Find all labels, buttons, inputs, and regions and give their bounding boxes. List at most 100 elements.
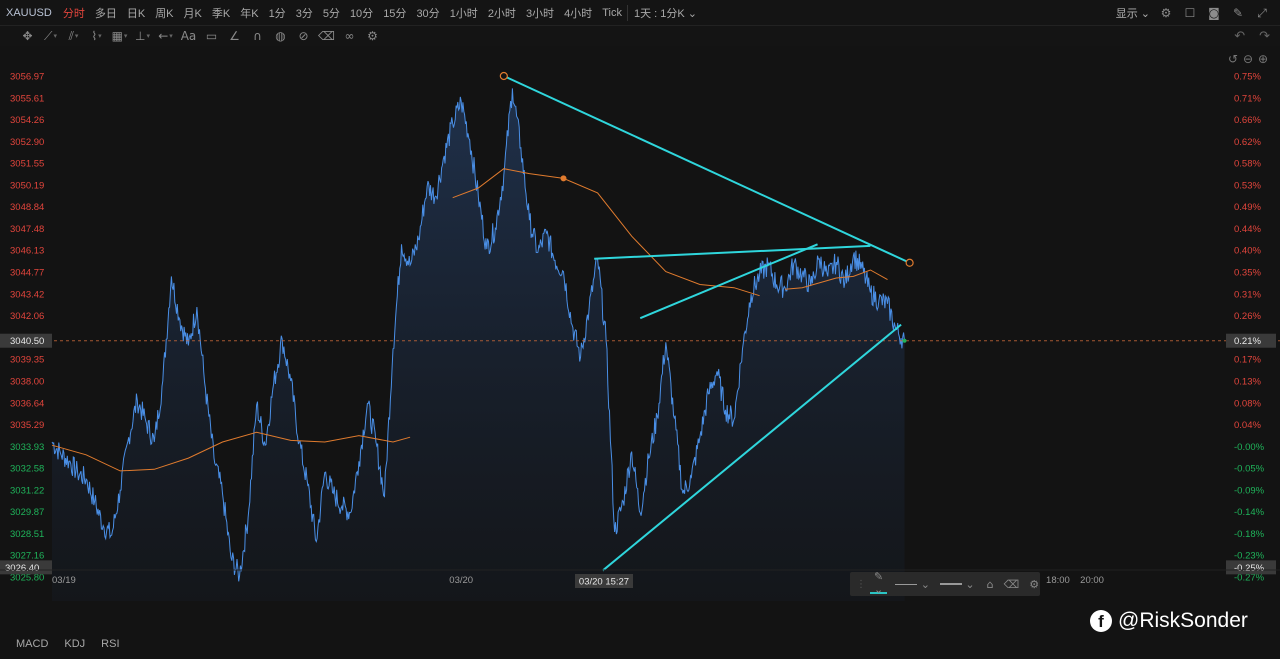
indicator-tab-rsi[interactable]: RSI [95, 638, 125, 650]
zoom-in-icon[interactable]: ⊕ [1258, 52, 1268, 66]
move-icon[interactable]: ✥ [16, 27, 39, 45]
avg-segment-0 [51, 431, 411, 472]
trash-icon[interactable]: ⌫ [315, 27, 338, 45]
settings-icon[interactable]: ⚙ [361, 27, 384, 45]
line-width-select[interactable]: ⌄ [936, 574, 979, 594]
timeframe-6[interactable]: 年K [235, 5, 263, 21]
wave-icon[interactable]: ⌇ ▾ [85, 27, 108, 45]
timeframe-17[interactable]: Tick [597, 7, 627, 19]
trend-line-icon[interactable]: ⟋ ▾ [39, 27, 62, 45]
brush-icon[interactable]: ∠ [223, 27, 246, 45]
pen-icon[interactable]: ✎ [1230, 5, 1246, 21]
timeframe-3[interactable]: 周K [150, 5, 178, 21]
price-tick-label: 3032.58 [10, 464, 44, 475]
trend-handle-end [905, 258, 914, 267]
price-tick-label: 3038.00 [10, 376, 44, 387]
timeframe-11[interactable]: 15分 [378, 5, 411, 21]
chevron-down-icon: ⌄ [1140, 7, 1150, 20]
timeframe-15[interactable]: 3小时 [521, 5, 559, 21]
facebook-logo-icon: f [1090, 610, 1112, 632]
channel-icon[interactable]: ⫽ ▾ [62, 27, 85, 45]
watermark-text: @RiskSonder [1118, 609, 1248, 632]
pct-tick-label: 0.31% [1234, 289, 1261, 300]
timeframe-5[interactable]: 季K [207, 5, 235, 21]
timeframe-1[interactable]: 多日 [90, 5, 122, 21]
timeframe-0[interactable]: 分时 [58, 5, 90, 21]
comment-icon[interactable]: ▭ [200, 27, 223, 45]
layout-square-icon[interactable]: ☐ [1182, 5, 1198, 21]
pct-tick-label: 0.53% [1234, 180, 1261, 191]
magnet-icon[interactable]: ∩ [246, 27, 269, 45]
timeframe-2[interactable]: 日K [122, 5, 150, 21]
drawing-style-panel: ⋮ ✎ ⌄ ⌄ ⌄ ⌂ ⌫ ⚙ [850, 570, 1043, 596]
text-icon[interactable]: Aa [177, 27, 200, 45]
price-tick-label: 3033.93 [10, 442, 44, 453]
pct-tick-label: -0.23% [1234, 551, 1265, 562]
price-tick-label: 3028.51 [10, 529, 44, 540]
crosshair-pct-label: -0.25% [1234, 563, 1265, 574]
price-tick-label: 3052.90 [10, 137, 44, 148]
price-tick-label: 3051.55 [10, 159, 44, 170]
display-button[interactable]: 显示 ⌄ [1116, 5, 1150, 21]
pct-tick-label: 0.04% [1234, 420, 1261, 431]
reset-icon[interactable]: ↺ [1228, 52, 1238, 66]
price-tick-label: 3039.35 [10, 355, 44, 366]
price-chart[interactable]: 3056.97 3055.61 3054.26 3052.90 3051.55 3050.… [0, 46, 1280, 632]
timeframe-13[interactable]: 1小时 [445, 5, 483, 21]
timeframe-14[interactable]: 2小时 [483, 5, 521, 21]
price-tick-label: 3054.26 [10, 115, 44, 126]
timeframe-9[interactable]: 5分 [318, 5, 345, 21]
pct-tick-label: 0.26% [1234, 311, 1261, 322]
period-select[interactable]: 1天 : 1分K ⌄ [626, 4, 703, 21]
pct-tick-label: 0.08% [1234, 398, 1261, 409]
trend-line-1 [594, 244, 871, 260]
lock-icon[interactable]: ⌂ [983, 574, 998, 594]
pct-tick-label: 0.71% [1234, 93, 1261, 104]
chevron-down-icon: ⌄ [687, 7, 697, 20]
timeframe-10[interactable]: 10分 [345, 5, 378, 21]
timeframe-list: 分时 多日 日K 周K 月K 季K 年K 1分 3分 5分 10分 15分 30分 1小时 2小时 3小时 4小… [58, 5, 627, 21]
timeframe-8[interactable]: 3分 [291, 5, 318, 21]
measure-icon[interactable]: ⊥ ▾ [131, 27, 154, 45]
timeframe-12[interactable]: 30分 [411, 5, 444, 21]
watermark: f @RiskSonder [1090, 609, 1248, 633]
hide-icon[interactable]: ⊘ [292, 27, 315, 45]
price-tick-label: 3056.97 [10, 72, 44, 83]
fullscreen-icon[interactable]: ⤢ [1254, 5, 1270, 21]
trend-handle-start [499, 71, 508, 81]
undo-redo: ↶ ↷ [1234, 26, 1270, 46]
chart-zoom-controls: ↺ ⊖ ⊕ [1228, 52, 1268, 66]
undo-icon[interactable]: ↶ [1234, 29, 1245, 44]
price-tick-label: 3044.77 [10, 268, 44, 279]
trash-icon[interactable]: ⌫ [1000, 574, 1024, 594]
color-brush-icon[interactable]: ✎ ⌄ [870, 570, 888, 596]
pct-tick-label: 0.17% [1234, 355, 1261, 366]
gear-icon[interactable]: ⚙ [1158, 5, 1174, 21]
indicator-tab-macd[interactable]: MACD [10, 638, 54, 650]
camera-icon[interactable]: ◙ [1206, 5, 1222, 21]
settings-icon[interactable]: ⚙ [1025, 574, 1043, 594]
zoom-out-icon[interactable]: ⊖ [1243, 52, 1253, 66]
indicator-tab-kdj[interactable]: KDJ [58, 638, 91, 650]
arrow-icon[interactable]: ← ▾ [154, 27, 177, 45]
redo-icon[interactable]: ↷ [1259, 29, 1270, 44]
pct-tick-label: -0.14% [1234, 507, 1265, 518]
fibonacci-icon[interactable]: ▦ ▾ [108, 27, 131, 45]
price-tick-label: 3048.84 [10, 202, 44, 213]
trend-line-0 [503, 75, 911, 264]
link-icon[interactable]: ∞ [338, 27, 361, 45]
timeframe-16[interactable]: 4小时 [559, 5, 597, 21]
time-tick-label: 18:00 [1046, 575, 1070, 586]
timeframe-4[interactable]: 月K [179, 5, 207, 21]
timeframe-7[interactable]: 1分 [264, 5, 291, 21]
price-tick-label: 3046.13 [10, 246, 44, 257]
line-style-select[interactable]: ⌄ [891, 574, 934, 594]
price-tick-label: 3027.16 [10, 551, 44, 562]
lock-icon[interactable]: ◍ [269, 27, 292, 45]
price-tick-label: 3047.48 [10, 224, 44, 235]
pct-tick-label: 0.13% [1234, 376, 1261, 387]
symbol-label[interactable]: XAUUSD [0, 7, 58, 19]
crosshair-time-label: 03/20 15:27 [579, 577, 629, 588]
drag-handle-icon[interactable]: ⋮ [854, 579, 868, 590]
price-tick-label: 3042.06 [10, 311, 44, 322]
